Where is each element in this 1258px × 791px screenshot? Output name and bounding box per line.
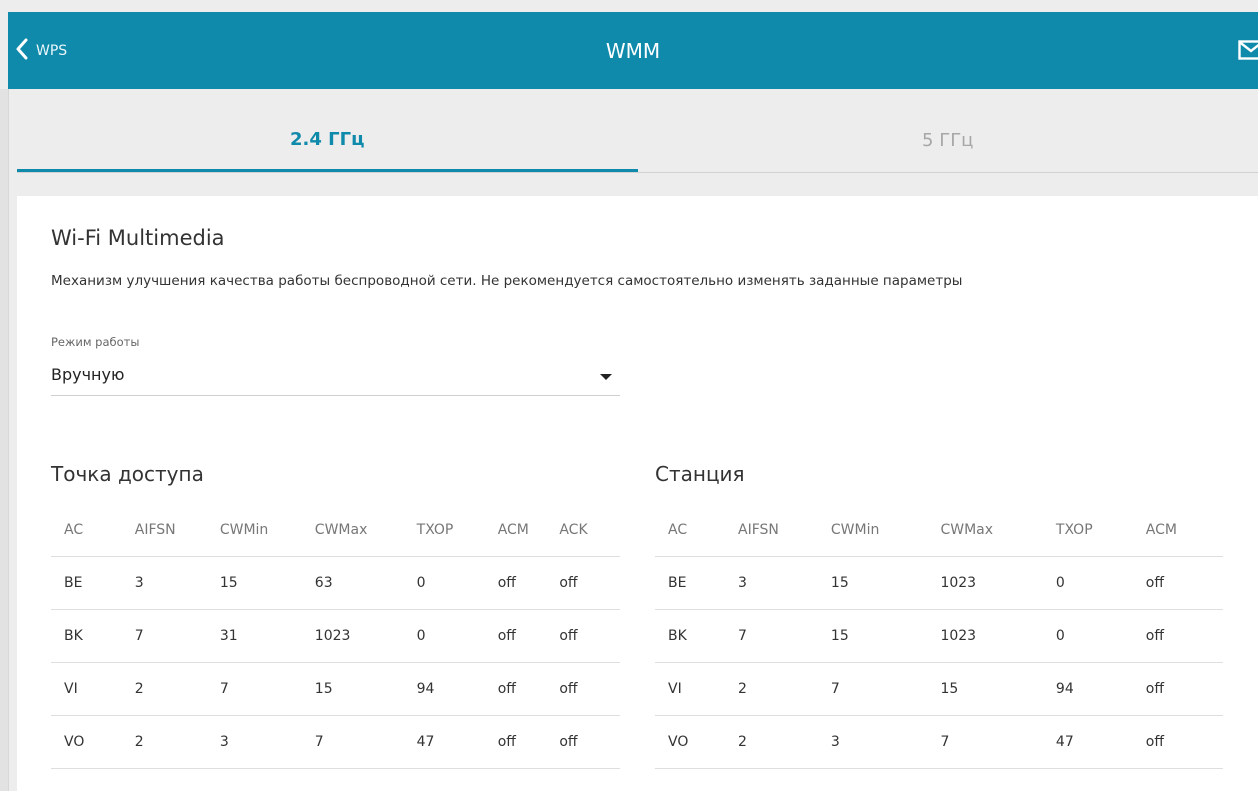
column-header: ACM — [1145, 504, 1223, 557]
column-header: CWMin — [219, 504, 315, 557]
column-header: AIFSN — [134, 504, 220, 557]
column-header: CWMax — [314, 504, 417, 557]
wmm-card: Wi-Fi Multimedia Механизм улучшения каче… — [17, 196, 1258, 791]
table-cell: 15 — [219, 556, 315, 610]
table-cell: 7 — [830, 662, 941, 716]
table-row: BK 7 31 1023 0 off off — [51, 609, 620, 663]
tab-5-ghz[interactable]: 5 ГГц — [638, 110, 1258, 170]
table-cell: off — [559, 662, 620, 716]
table-cell: 94 — [1055, 662, 1146, 716]
mode-select[interactable]: Вручную — [51, 359, 620, 396]
table-cell: 1023 — [314, 609, 417, 663]
column-header: TXOP — [416, 504, 498, 557]
table-cell: 2 — [738, 715, 831, 769]
table-row: BE 3 15 1023 0 off — [655, 556, 1223, 610]
column-header: ACM — [497, 504, 560, 557]
table-cell: BE — [655, 556, 738, 610]
mode-value: Вручную — [51, 365, 125, 384]
caret-down-icon — [600, 374, 612, 380]
section-heading: Wi-Fi Multimedia — [51, 226, 225, 250]
table-cell: 47 — [416, 715, 498, 769]
column-header: AC — [51, 504, 135, 557]
band-tabs: 2.4 ГГц 5 ГГц — [17, 110, 1258, 173]
table-cell: off — [1145, 609, 1223, 663]
access-point-title: Точка доступа — [51, 462, 204, 486]
table-cell: BK — [655, 609, 738, 663]
table-cell: 31 — [219, 609, 315, 663]
column-header: TXOP — [1055, 504, 1146, 557]
column-header: AC — [655, 504, 738, 557]
access-point-table: AC AIFSN CWMin CWMax TXOP ACM ACK BE 3 15 63 0 off o… — [51, 504, 620, 769]
mail-icon[interactable] — [1238, 40, 1258, 60]
table-cell: VI — [655, 662, 738, 716]
sidebar-edge — [0, 89, 9, 791]
table-cell: off — [497, 662, 560, 716]
mode-label: Режим работы — [51, 335, 140, 349]
table-cell: 0 — [416, 556, 498, 610]
page-title: WMM — [605, 38, 661, 63]
top-bar: WPS WMM — [8, 12, 1258, 89]
table-cell: 1023 — [940, 609, 1056, 663]
table-cell: off — [559, 715, 620, 769]
table-cell: off — [1145, 662, 1223, 716]
table-row: VI 2 7 15 94 off off — [51, 662, 620, 716]
table-row: VO 2 3 7 47 off — [655, 715, 1223, 769]
table-cell: 0 — [416, 609, 498, 663]
station-title: Станция — [655, 462, 745, 486]
table-cell: 47 — [1055, 715, 1146, 769]
table-cell: 0 — [1055, 556, 1146, 610]
column-header: CWMax — [940, 504, 1056, 557]
table-cell: 7 — [314, 715, 417, 769]
section-description: Механизм улучшения качества работы беспр… — [51, 273, 963, 289]
table-cell: 3 — [219, 715, 315, 769]
column-header: ACK — [559, 504, 620, 557]
station-table: AC AIFSN CWMin CWMax TXOP ACM BE 3 15 1023 0 off BK… — [655, 504, 1223, 769]
table-cell: BE — [51, 556, 135, 610]
table-cell: off — [497, 556, 560, 610]
table-cell: 7 — [940, 715, 1056, 769]
table-cell: 15 — [830, 556, 941, 610]
table-cell: 3 — [738, 556, 831, 610]
column-header: AIFSN — [738, 504, 831, 557]
column-header: CWMin — [830, 504, 941, 557]
table-row: VO 2 3 7 47 off off — [51, 715, 620, 769]
table-cell: off — [497, 715, 560, 769]
table-header-row: AC AIFSN CWMin CWMax TXOP ACM ACK — [51, 504, 620, 557]
wmm-page: WPS WMM 2.4 ГГц 5 ГГц Wi-Fi Multimedia М… — [0, 0, 1258, 791]
table-cell: 7 — [219, 662, 315, 716]
table-cell: 15 — [830, 609, 941, 663]
table-cell: VI — [51, 662, 135, 716]
table-cell: 15 — [940, 662, 1056, 716]
table-cell: 2 — [738, 662, 831, 716]
table-cell: 7 — [738, 609, 831, 663]
table-cell: VO — [655, 715, 738, 769]
table-cell: 0 — [1055, 609, 1146, 663]
tab-2-4-ghz[interactable]: 2.4 ГГц — [17, 110, 638, 172]
table-cell: 15 — [314, 662, 417, 716]
table-row: BK 7 15 1023 0 off — [655, 609, 1223, 663]
table-header-row: AC AIFSN CWMin CWMax TXOP ACM — [655, 504, 1223, 557]
table-cell: 2 — [134, 715, 220, 769]
table-cell: 3 — [134, 556, 220, 610]
table-cell: off — [497, 609, 560, 663]
table-row: VI 2 7 15 94 off — [655, 662, 1223, 716]
table-cell: 94 — [416, 662, 498, 716]
table-cell: off — [1145, 715, 1223, 769]
table-cell: 63 — [314, 556, 417, 610]
table-cell: off — [1145, 556, 1223, 610]
table-cell: 7 — [134, 609, 220, 663]
table-row: BE 3 15 63 0 off off — [51, 556, 620, 610]
table-cell: VO — [51, 715, 135, 769]
table-cell: 2 — [134, 662, 220, 716]
table-cell: BK — [51, 609, 135, 663]
table-cell: off — [559, 556, 620, 610]
table-cell: off — [559, 609, 620, 663]
table-cell: 3 — [830, 715, 941, 769]
table-cell: 1023 — [940, 556, 1056, 610]
